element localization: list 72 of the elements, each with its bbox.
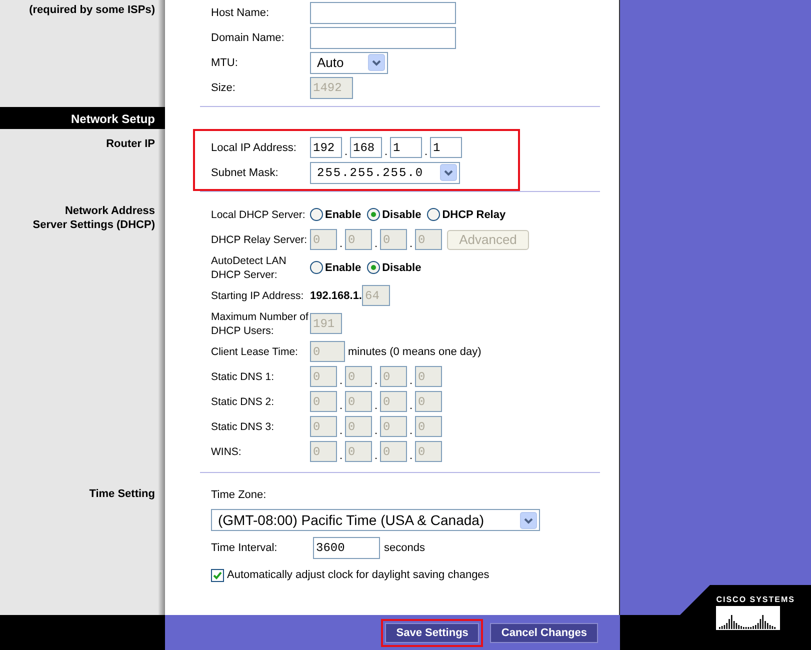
separator-dot: .: [338, 425, 344, 439]
separator-dot: .: [383, 146, 389, 160]
ip-octet-field[interactable]: 192: [310, 137, 342, 158]
separator-dot: .: [373, 425, 379, 439]
section-heading: Network Setup: [0, 107, 165, 129]
action-button[interactable]: Save Settings: [385, 622, 480, 642]
separator-dot: .: [408, 238, 414, 252]
separator-dot: .: [423, 146, 429, 160]
text-field[interactable]: [310, 2, 456, 24]
field-label: Domain Name:: [211, 30, 286, 44]
field-label: Time Zone:: [211, 488, 266, 502]
radio-button[interactable]: [367, 208, 380, 221]
unit-text: seconds: [384, 540, 425, 554]
text-field[interactable]: [310, 26, 456, 48]
field-label: Starting IP Address:: [211, 288, 305, 302]
separator-dot: .: [338, 238, 344, 252]
field-label: WINS:: [211, 444, 242, 458]
separator-dot: .: [338, 375, 344, 389]
checkbox[interactable]: [211, 568, 224, 582]
separator-dot: .: [373, 375, 379, 389]
separator-dot: .: [408, 375, 414, 389]
field-label: Local IP Address:: [211, 140, 298, 154]
radio-button[interactable]: [310, 208, 323, 221]
ip-prefix: 192.168.1.: [310, 290, 362, 302]
dropdown[interactable]: Auto: [310, 52, 388, 74]
interval-field[interactable]: 3600: [313, 536, 380, 558]
field-label: Host Name:: [211, 6, 270, 20]
unit-text: minutes (0 means one day): [348, 344, 482, 358]
field-label: Size:: [211, 80, 236, 94]
field-label: Client Lease Time:: [211, 344, 299, 358]
field-label: Time Interval:: [211, 540, 278, 554]
field-label: Static DNS 1:: [211, 370, 276, 384]
ip-octet-field[interactable]: 1: [390, 137, 422, 158]
time-zone-dropdown[interactable]: (GMT-08:00) Pacific Time (USA & Canada): [211, 509, 540, 531]
section-label: Router IP: [105, 137, 155, 151]
radio-button[interactable]: [427, 208, 440, 221]
radio-label: Enable: [325, 208, 362, 220]
section-note: (required by some ISPs): [28, 3, 155, 17]
field-label: Subnet Mask:: [211, 166, 280, 180]
field-label: AutoDetect LAN DHCP Server:: [211, 254, 288, 282]
check-icon: [213, 570, 222, 580]
dropdown[interactable]: 255.255.255.0: [310, 162, 460, 184]
separator-dot: .: [338, 400, 344, 414]
radio-button[interactable]: [367, 261, 380, 274]
separator-dot: .: [408, 400, 414, 414]
field-label: MTU:: [211, 56, 239, 70]
checkbox-label: Automatically adjust clock for daylight saving changes: [227, 568, 490, 582]
ip-octet-field[interactable]: 1: [430, 137, 462, 158]
ip-octet-field[interactable]: 168: [350, 137, 382, 158]
separator-dot: .: [373, 238, 379, 252]
field-label: Static DNS 3:: [211, 420, 276, 434]
radio-button[interactable]: [310, 261, 323, 274]
field-label: DHCP Relay Server:: [211, 232, 308, 246]
separator-dot: .: [343, 146, 349, 160]
section-label: Network Address: [64, 204, 155, 218]
separator-dot: .: [338, 450, 344, 464]
radio-label: Disable: [382, 208, 422, 220]
radio-label: DHCP Relay: [442, 208, 506, 220]
field-label: Static DNS 2:: [211, 394, 276, 408]
separator-dot: .: [408, 450, 414, 464]
field-label: Local DHCP Server:: [211, 208, 306, 222]
separator-dot: .: [408, 425, 414, 439]
separator-dot: .: [373, 450, 379, 464]
radio-label: Enable: [325, 262, 362, 274]
action-button[interactable]: Cancel Changes: [490, 622, 598, 642]
bridge-bars-icon: [716, 606, 780, 630]
radio-label: Disable: [382, 262, 422, 274]
field-label: Maximum Number of DHCP Users:: [211, 310, 310, 338]
logo-text: CISCO SYSTEMS: [716, 595, 795, 604]
section-label: Time Setting: [88, 487, 155, 501]
separator-dot: .: [373, 400, 379, 414]
section-label: Server Settings (DHCP): [32, 218, 155, 232]
